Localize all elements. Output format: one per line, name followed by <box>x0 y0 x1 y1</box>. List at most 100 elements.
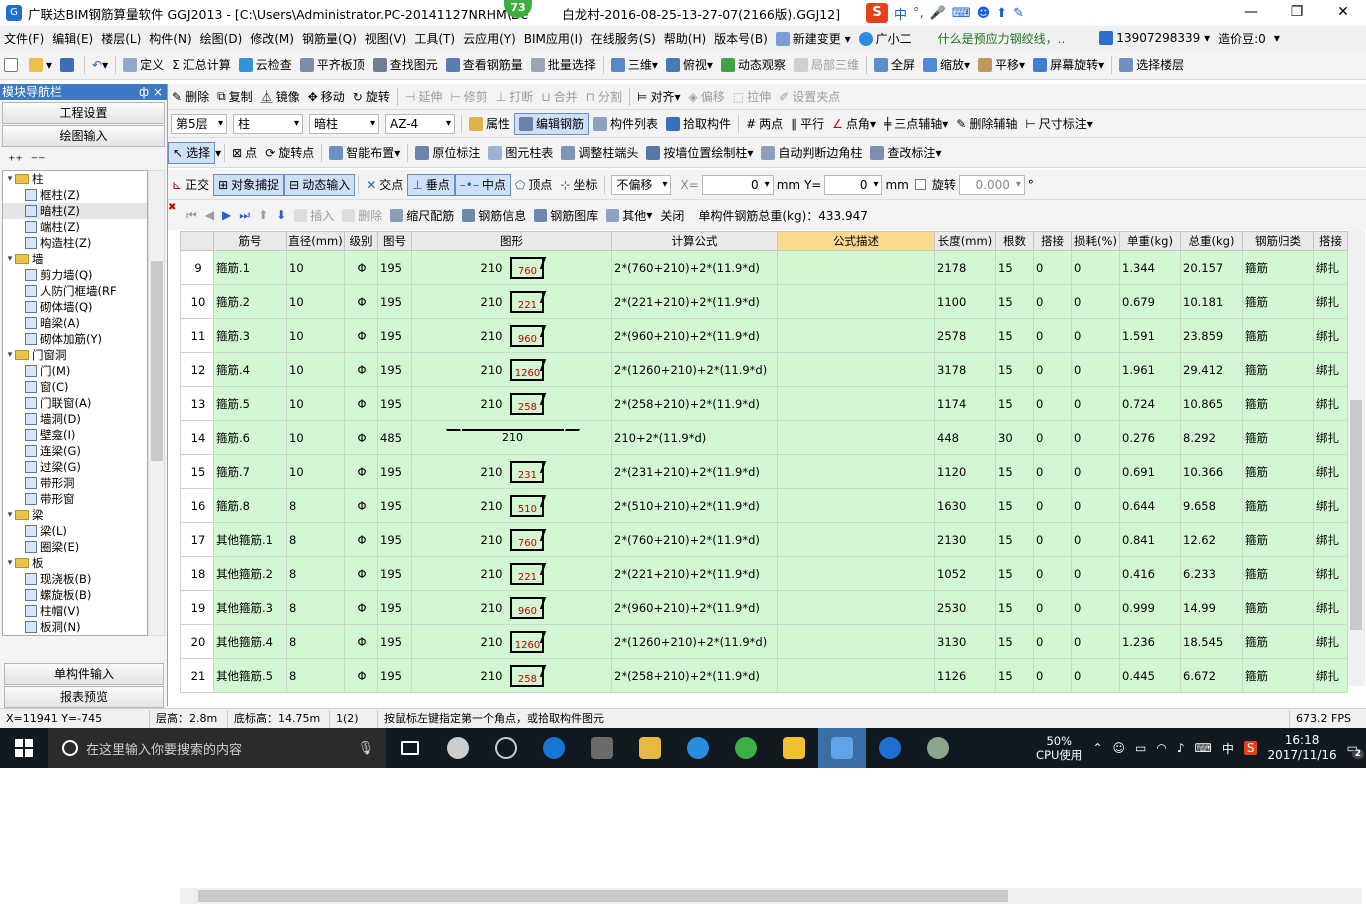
tree-expander-icon[interactable]: ▾ <box>5 507 15 523</box>
cell-cls[interactable]: 箍筋 <box>1242 658 1314 693</box>
cell-fig_no[interactable]: 195 <box>377 318 412 353</box>
grid-vscrollbar[interactable] <box>1348 230 1365 686</box>
formula-desc-cell[interactable] <box>777 420 935 455</box>
ime-lang[interactable]: 中 <box>894 4 907 23</box>
cell-formula[interactable]: 2*(1260+210)+2*(11.9*d) <box>611 352 778 387</box>
tb4-rotate-point[interactable]: ⟳ 旋转点 <box>261 142 318 164</box>
cell-cls[interactable]: 箍筋 <box>1242 624 1314 659</box>
tb3-parallel[interactable]: ∥ 平行 <box>787 113 828 135</box>
tb2-delete[interactable]: ✎ 删除 <box>168 86 213 108</box>
cell-fig_no[interactable]: 195 <box>377 284 412 319</box>
cell-d[interactable]: 10 <box>286 284 345 319</box>
cell-formula[interactable]: 2*(1260+210)+2*(11.9*d) <box>611 624 778 659</box>
cell-cnt[interactable]: 15 <box>995 318 1034 353</box>
lang-indicator[interactable]: 中 <box>1222 740 1234 757</box>
tree-expander-icon[interactable]: ▾ <box>5 171 15 187</box>
menu-help[interactable]: 帮助(H) <box>660 30 710 47</box>
cell-lap[interactable]: 0 <box>1033 624 1072 659</box>
column-header[interactable]: 筋号 <box>213 231 287 251</box>
cell-cls[interactable]: 箍筋 <box>1242 522 1314 557</box>
new-button[interactable] <box>0 54 25 76</box>
tb4-select[interactable]: ↖ 选择 <box>168 141 216 164</box>
menu-floor[interactable]: 楼层(L) <box>97 30 145 47</box>
cell-unit[interactable]: 1.236 <box>1119 624 1181 659</box>
tb4-column-table[interactable]: 图元柱表 <box>484 142 557 164</box>
cell-lapt[interactable]: 绑扎 <box>1313 318 1348 353</box>
tb1-rotate-screen[interactable]: 屏幕旋转 ▾ <box>1029 54 1108 76</box>
cell-total[interactable]: 6.672 <box>1180 658 1243 693</box>
collapse-all-icon[interactable]: ⁻⁻ <box>31 153 46 169</box>
cell-formula[interactable]: 210+2*(11.9*d) <box>611 420 778 455</box>
cell-d[interactable]: 10 <box>286 250 345 285</box>
move-down-icon[interactable]: ⬇ <box>272 208 290 222</box>
x-input[interactable]: 0 <box>701 174 774 195</box>
row-number[interactable]: 11 <box>180 318 214 353</box>
table-row[interactable]: 18 其他箍筋.2 8 Φ 195 210 221 2*(221+210)+2*(11.9*d… <box>180 556 1348 591</box>
cell-total[interactable]: 10.865 <box>1180 386 1243 421</box>
cell-cnt[interactable]: 15 <box>995 352 1034 387</box>
tb1-3d[interactable]: 三维 ▾ <box>607 54 662 76</box>
column-header[interactable]: 搭接 <box>1033 231 1072 251</box>
menu-cloud[interactable]: 云应用(Y) <box>459 30 520 47</box>
cell-name[interactable]: 其他箍筋.2 <box>213 556 287 591</box>
tb5-ortho[interactable]: ⊾ 正交 <box>168 174 213 196</box>
cell-cnt[interactable]: 15 <box>995 284 1034 319</box>
cell-cnt[interactable]: 15 <box>995 624 1034 659</box>
column-header[interactable]: 总重(kg) <box>1180 231 1243 251</box>
tree-item[interactable]: 圈梁(E) <box>3 539 147 555</box>
wrench-icon[interactable]: ✎ <box>1013 6 1024 21</box>
cell-cnt[interactable]: 15 <box>995 522 1034 557</box>
cell-formula[interactable]: 2*(258+210)+2*(11.9*d) <box>611 386 778 421</box>
tb3-component-list[interactable]: 构件列表 <box>589 113 662 135</box>
column-header[interactable]: 直径(mm) <box>286 231 345 251</box>
cell-cls[interactable]: 箍筋 <box>1242 590 1314 625</box>
cell-lap[interactable]: 0 <box>1033 352 1072 387</box>
shape-cell[interactable]: 210 760 <box>411 250 612 285</box>
shape-cell[interactable]: 210 <box>411 420 612 455</box>
single-component-button[interactable]: 单构件输入 <box>4 663 164 685</box>
tree-item[interactable]: 暗柱(Z) <box>3 203 147 219</box>
cell-cls[interactable]: 箍筋 <box>1242 318 1314 353</box>
cell-lapt[interactable]: 绑扎 <box>1313 658 1348 693</box>
price-bean[interactable]: 造价豆:0 <box>1214 30 1270 47</box>
cell-len[interactable]: 2178 <box>934 250 996 285</box>
cell-cnt[interactable]: 30 <box>995 420 1034 455</box>
cell-cls[interactable]: 箍筋 <box>1242 420 1314 455</box>
cell-lap[interactable]: 0 <box>1033 488 1072 523</box>
tb2-break[interactable]: ⊥ 打断 <box>492 86 537 108</box>
cell-d[interactable]: 10 <box>286 454 345 489</box>
cell-total[interactable]: 6.233 <box>1180 556 1243 591</box>
column-header[interactable]: 级别 <box>344 231 378 251</box>
tree-item[interactable]: 门联窗(A) <box>3 395 147 411</box>
tb1-flush-top[interactable]: 平齐板顶 <box>296 54 369 76</box>
open-button[interactable]: ▾ <box>25 54 56 76</box>
row-number[interactable]: 16 <box>180 488 214 523</box>
cell-fig_no[interactable]: 195 <box>377 590 412 625</box>
cell-total[interactable]: 29.412 <box>1180 352 1243 387</box>
shape-cell[interactable]: 210 258 <box>411 386 612 421</box>
row-number[interactable]: 9 <box>180 250 214 285</box>
keyboard-icon[interactable]: ⌨ <box>952 6 971 21</box>
tb2-merge[interactable]: ⊔ 合并 <box>537 86 581 108</box>
app-edge[interactable] <box>530 728 578 768</box>
cell-unit[interactable]: 1.961 <box>1119 352 1181 387</box>
formula-desc-cell[interactable] <box>777 250 935 285</box>
tb3-delete-axis[interactable]: ✎ 删除辅轴 <box>952 113 1021 135</box>
shape-cell[interactable]: 210 1260 <box>411 352 612 387</box>
cell-len[interactable]: 2530 <box>934 590 996 625</box>
table-row[interactable]: 16 箍筋.8 8 Φ 195 210 510 2*(510+210)+2*(11.9*d) 1… <box>180 488 1348 523</box>
tb2-move[interactable]: ✥ 移动 <box>304 86 349 108</box>
shape-cell[interactable]: 210 510 <box>411 488 612 523</box>
tb2-split[interactable]: ⊓ 分割 <box>582 86 626 108</box>
scale-rebar-button[interactable]: 缩尺配筋 <box>386 207 458 224</box>
menu-version[interactable]: 版本号(B) <box>710 30 772 47</box>
cell-g[interactable]: Φ <box>344 556 378 591</box>
cell-d[interactable]: 8 <box>286 658 345 693</box>
table-row[interactable]: 9 箍筋.1 10 Φ 195 210 760 2*(760+210)+2*(11.9*d) 2… <box>180 250 1348 285</box>
people-icon[interactable]: ☺ <box>1113 741 1126 755</box>
cell-name[interactable]: 其他箍筋.5 <box>213 658 287 693</box>
cell-cls[interactable]: 箍筋 <box>1242 386 1314 421</box>
cell-fig_no[interactable]: 485 <box>377 420 412 455</box>
formula-desc-cell[interactable] <box>777 454 935 489</box>
move-up-icon[interactable]: ⬆ <box>254 208 272 222</box>
